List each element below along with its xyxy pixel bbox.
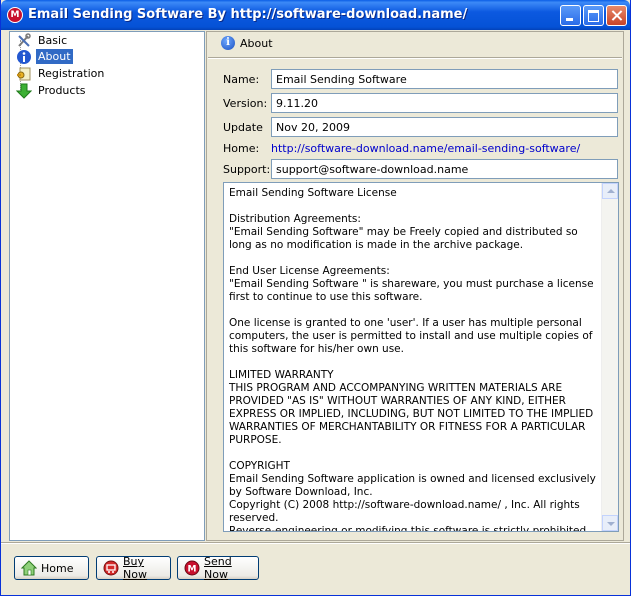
license-text: Email Sending Software License Distribut… xyxy=(229,187,596,532)
wrench-screwdriver-icon xyxy=(16,32,32,49)
about-panel: i About Name: Email Sending Software Ver… xyxy=(206,31,624,541)
navigation-tree: Basic About Registration Products xyxy=(9,31,205,541)
panel-title: About xyxy=(240,37,273,50)
tree-item-label: Basic xyxy=(38,34,68,47)
name-field[interactable]: Email Sending Software xyxy=(271,69,618,89)
home-button[interactable]: Home xyxy=(14,556,89,580)
close-button[interactable] xyxy=(606,5,627,26)
tree-item-label: About xyxy=(36,49,73,64)
main-window: M Email Sending Software By http://softw… xyxy=(0,0,631,596)
header-divider xyxy=(208,57,622,59)
update-label: Update xyxy=(223,121,263,134)
license-textarea[interactable]: Email Sending Software License Distribut… xyxy=(223,182,619,532)
vertical-scrollbar[interactable] xyxy=(601,183,618,531)
update-field[interactable]: Nov 20, 2009 xyxy=(271,117,618,137)
tree-item-about[interactable]: About xyxy=(16,48,73,65)
title-bar[interactable]: M Email Sending Software By http://softw… xyxy=(1,0,630,30)
tree-item-products[interactable]: Products xyxy=(15,82,88,99)
home-link[interactable]: http://software-download.name/email-send… xyxy=(271,142,580,155)
home-button-label: Home xyxy=(41,561,74,575)
scroll-up-icon[interactable] xyxy=(602,183,618,199)
key-certificate-icon xyxy=(16,66,32,82)
tree-item-label: Registration xyxy=(38,67,105,80)
cart-icon xyxy=(103,560,119,576)
buy-now-button[interactable]: Buy Now xyxy=(96,555,171,581)
tree-item-basic[interactable]: Basic xyxy=(16,32,69,49)
scroll-down-icon[interactable] xyxy=(602,515,618,531)
app-logo-icon: M xyxy=(7,7,23,23)
info-icon xyxy=(16,49,32,65)
bottom-divider xyxy=(1,542,630,544)
home-label: Home: xyxy=(223,142,260,155)
house-icon xyxy=(20,560,38,576)
minimize-button[interactable] xyxy=(560,5,581,26)
maximize-button[interactable] xyxy=(583,5,604,26)
svg-text:M: M xyxy=(188,565,197,575)
support-label: Support: xyxy=(223,163,271,176)
version-label: Version: xyxy=(223,97,268,110)
tree-item-label: Products xyxy=(38,84,86,97)
support-field[interactable]: support@software-download.name xyxy=(271,159,618,179)
panel-header: i About xyxy=(207,32,623,56)
mail-logo-icon: M xyxy=(184,560,200,576)
window-title: Email Sending Software By http://softwar… xyxy=(28,7,468,22)
info-icon: i xyxy=(221,36,235,50)
tree-item-registration[interactable]: Registration xyxy=(16,65,106,82)
send-now-button[interactable]: M Send Now xyxy=(177,555,259,581)
name-label: Name: xyxy=(223,73,260,86)
version-field[interactable]: 9.11.20 xyxy=(271,93,618,113)
buy-now-button-label: Buy Now xyxy=(123,555,147,581)
green-down-arrow-icon xyxy=(15,83,33,99)
send-now-button-label: Send Now xyxy=(204,555,232,581)
